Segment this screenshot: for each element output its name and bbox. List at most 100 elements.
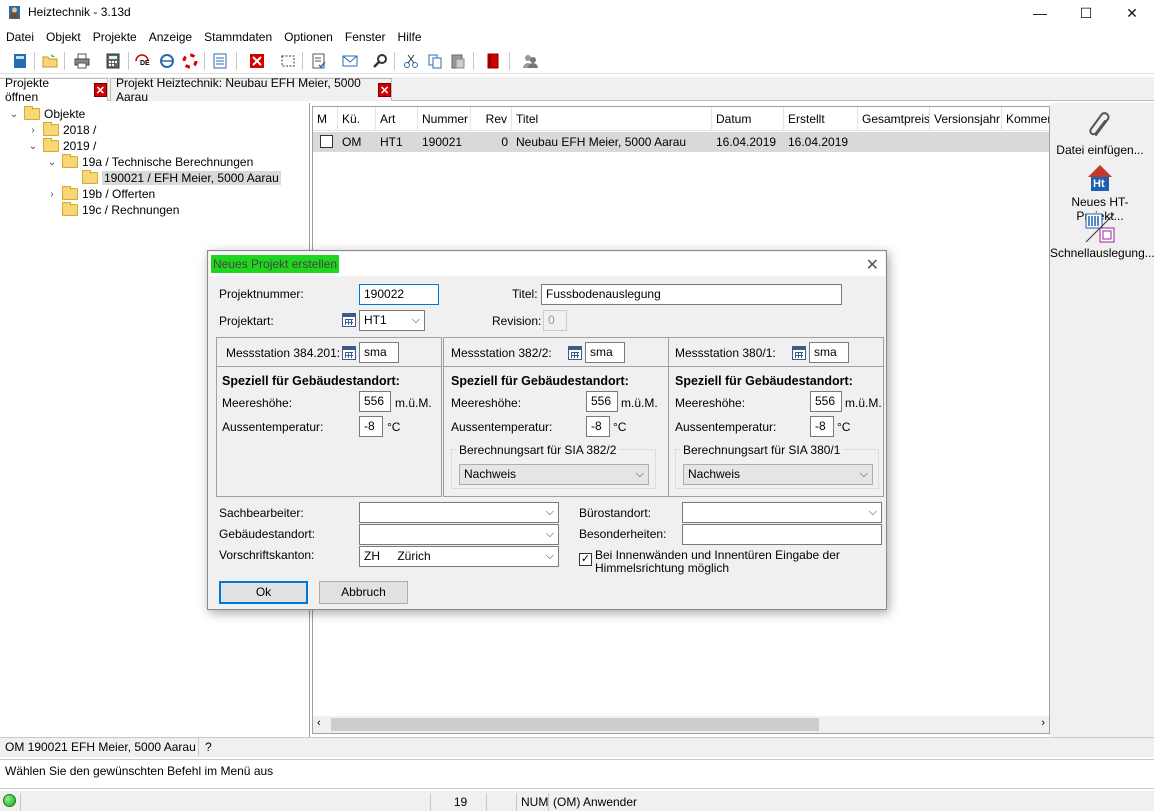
column-header[interactable]: Kü. [338, 107, 376, 131]
mail-icon[interactable] [340, 51, 360, 71]
status-segment [20, 793, 430, 811]
tree-node-objekte[interactable]: ⌄ Objekte [8, 106, 85, 122]
temp-unit: °C [613, 420, 627, 434]
cancel-button[interactable]: Abbruch [319, 581, 408, 604]
paste-icon[interactable] [448, 51, 468, 71]
column-header[interactable]: Nummer [418, 107, 471, 131]
column-header[interactable]: M [313, 107, 338, 131]
language-icon[interactable]: DE [134, 51, 154, 71]
tree-node-19b[interactable]: › 19b / Offerten [46, 186, 155, 202]
minimize-button[interactable]: — [1017, 0, 1063, 26]
calculator-icon[interactable] [103, 51, 123, 71]
projektnummer-label: Projektnummer: [219, 287, 304, 301]
print-icon[interactable] [72, 51, 92, 71]
row-checkbox[interactable] [320, 135, 333, 148]
temp-input[interactable]: -8 [359, 416, 383, 437]
tree-label: 19a / Technische Berechnungen [82, 155, 254, 169]
close-icon[interactable]: ✕ [866, 255, 879, 275]
station-code-input[interactable]: sma [585, 342, 625, 363]
height-input[interactable]: 556 [810, 391, 842, 412]
menu-objekt[interactable]: Objekt [40, 28, 87, 48]
close-tab-icon[interactable]: ✕ [93, 83, 107, 97]
column-header[interactable]: Titel [512, 107, 712, 131]
search-icon[interactable] [370, 51, 390, 71]
column-header[interactable]: Rev [471, 107, 512, 131]
close-window-button[interactable]: ✕ [1109, 0, 1154, 26]
menu-datei[interactable]: Datei [0, 28, 40, 48]
gebaeudestandort-select[interactable]: ⌵ [359, 524, 559, 545]
column-header[interactable]: Erstellt [784, 107, 858, 131]
calendar-icon[interactable] [342, 346, 356, 360]
station-panel-382: Messstation 382/2: sma Speziell für Gebä… [443, 337, 669, 497]
table-row[interactable]: OM HT1 190021 0 Neubau EFH Meier, 5000 A… [313, 132, 1049, 152]
maximize-button[interactable]: ☐ [1063, 0, 1109, 26]
column-header[interactable]: Gesamtpreis [858, 107, 930, 131]
chevron-down-icon[interactable]: ⌄ [46, 157, 58, 168]
chevron-right-icon[interactable]: › [27, 125, 39, 136]
tree-node-2018[interactable]: › 2018 / [27, 122, 96, 138]
column-header[interactable]: Datum [712, 107, 784, 131]
tab-label: Projekt Heiztechnik: Neubau EFH Meier, 5… [116, 76, 361, 104]
station-code-input[interactable]: sma [359, 342, 399, 363]
close-tab-icon[interactable]: ✕ [378, 83, 391, 97]
sachbearbeiter-select[interactable]: ⌵ [359, 502, 559, 523]
book-icon[interactable] [10, 51, 30, 71]
manual-book-icon[interactable] [483, 51, 503, 71]
menu-optionen[interactable]: Optionen [278, 28, 339, 48]
scroll-left-icon[interactable]: ‹ [317, 717, 321, 729]
tree-node-19c[interactable]: 19c / Rechnungen [62, 202, 179, 218]
insert-file-button[interactable]: Datei einfügen... [1050, 109, 1150, 157]
calc-method-select[interactable]: Nachweis ⌵ [683, 464, 873, 485]
scroll-right-icon[interactable]: › [1041, 717, 1045, 729]
delete-icon[interactable] [247, 51, 267, 71]
document-check-icon[interactable] [309, 51, 329, 71]
temp-input[interactable]: -8 [810, 416, 834, 437]
revision-input[interactable]: 0 [543, 310, 567, 331]
height-input[interactable]: 556 [359, 391, 391, 412]
column-header[interactable]: Art [376, 107, 418, 131]
station-code-input[interactable]: sma [809, 342, 849, 363]
tree-node-2019[interactable]: ⌄ 2019 / [27, 138, 96, 154]
copy-icon[interactable] [425, 51, 445, 71]
users-icon[interactable] [520, 51, 540, 71]
temp-input[interactable]: -8 [586, 416, 610, 437]
sync-icon[interactable] [157, 51, 177, 71]
column-header[interactable]: Komment [1002, 107, 1049, 131]
tree-node-19a[interactable]: ⌄ 19a / Technische Berechnungen [46, 154, 253, 170]
horizontal-scrollbar[interactable]: ‹ › [313, 716, 1049, 733]
calendar-icon[interactable] [568, 346, 582, 360]
current-project-text: OM 190021 EFH Meier, 5000 Aarau [5, 740, 196, 754]
projektart-select[interactable]: HT1 ⌵ [359, 310, 425, 331]
checklist-icon[interactable] [210, 51, 230, 71]
lifebuoy-icon[interactable] [180, 51, 200, 71]
calc-method-select[interactable]: Nachweis ⌵ [459, 464, 649, 485]
tree-node-190021[interactable]: 190021 / EFH Meier, 5000 Aarau [82, 170, 281, 186]
open-folder-icon[interactable] [40, 51, 60, 71]
vorschriftskanton-select[interactable]: ZH Zürich ⌵ [359, 546, 559, 567]
calendar-icon[interactable] [342, 313, 356, 327]
temp-unit: °C [387, 420, 401, 434]
menu-projekte[interactable]: Projekte [87, 28, 143, 48]
ok-button[interactable]: Ok [219, 581, 308, 604]
calendar-icon[interactable] [792, 346, 806, 360]
menu-fenster[interactable]: Fenster [339, 28, 392, 48]
menu-stammdaten[interactable]: Stammdaten [198, 28, 278, 48]
titel-input[interactable]: Fussbodenauslegung [541, 284, 842, 305]
besonderheiten-input[interactable] [682, 524, 882, 545]
quick-design-button[interactable]: Schnellauslegung... [1050, 212, 1154, 260]
chevron-down-icon[interactable]: ⌄ [8, 109, 20, 120]
chevron-down-icon[interactable]: ⌄ [27, 141, 39, 152]
chevron-right-icon[interactable]: › [46, 189, 58, 200]
projektnummer-input[interactable]: 190022 [359, 284, 439, 305]
menu-anzeige[interactable]: Anzeige [143, 28, 198, 48]
column-header[interactable]: Versionsjahr [930, 107, 1002, 131]
scrollbar-thumb[interactable] [331, 718, 819, 731]
select-rectangle-icon[interactable] [278, 51, 298, 71]
cut-icon[interactable] [401, 51, 421, 71]
tab-projekte-oeffnen[interactable]: Projekte öffnen ✕ [0, 76, 108, 104]
tab-projekt-heiztechnik[interactable]: Projekt Heiztechnik: Neubau EFH Meier, 5… [110, 76, 392, 104]
buerostandort-select[interactable]: ⌵ [682, 502, 882, 523]
menu-hilfe[interactable]: Hilfe [392, 28, 428, 48]
himmelsrichtung-checkbox[interactable]: ✓ [579, 553, 592, 566]
height-input[interactable]: 556 [586, 391, 618, 412]
